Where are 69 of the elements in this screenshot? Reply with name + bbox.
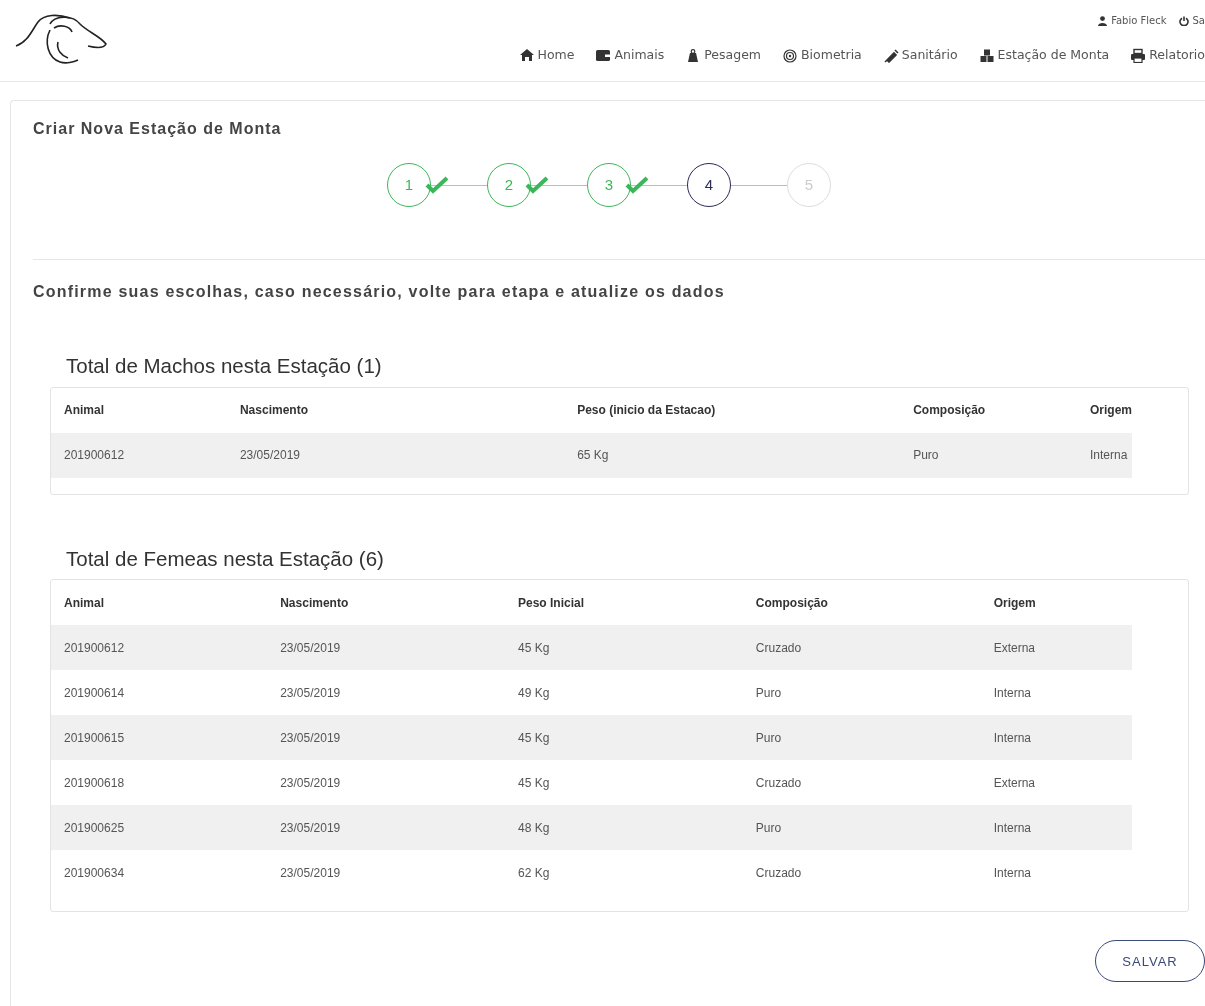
step-circle[interactable]: 4	[687, 163, 731, 208]
table-cell: 62 Kg	[505, 850, 743, 896]
table-cell: Puro	[900, 432, 1077, 478]
table-cell: 201900612	[51, 432, 227, 478]
table-cell: 201900615	[51, 715, 268, 761]
table-cell: 23/05/2019	[267, 805, 505, 851]
table-cell: 201900625	[51, 805, 268, 851]
nav-link[interactable]: Animais	[614, 46, 665, 65]
table-cell: 23/05/2019	[267, 760, 505, 806]
table-cell: 45 Kg	[505, 625, 743, 671]
nav-link[interactable]: Home	[537, 46, 575, 65]
table-cell: 201900634	[51, 850, 268, 896]
section-heading: Total de Machos nesta Estação (1)	[66, 354, 383, 379]
instruction-text: Confirme suas escolhas, caso necessário, volte para etapa e atualize os dados	[33, 282, 726, 303]
nav-link[interactable]: Sanitário	[901, 46, 958, 65]
column-header: Origem	[980, 580, 1132, 626]
table-cell: Interna	[1077, 432, 1132, 478]
user-name[interactable]: Fabio Fleck	[1111, 13, 1167, 28]
column-header: Origem	[1077, 387, 1132, 433]
column-header: Peso Inicial	[505, 580, 743, 626]
wallet-icon	[595, 47, 612, 63]
column-header: Composição	[900, 387, 1077, 433]
table-cell: 48 Kg	[505, 805, 743, 851]
table-cell: 65 Kg	[564, 432, 901, 478]
section-heading: Total de Femeas nesta Estação (6)	[66, 546, 385, 572]
table-cell: 23/05/2019	[267, 715, 505, 761]
column-header: Peso (inicio da Estacao)	[564, 387, 901, 433]
table-cell: Puro	[742, 670, 981, 716]
table-cell: Puro	[742, 805, 981, 851]
table-cell: 23/05/2019	[267, 625, 505, 671]
nav-link[interactable]: Pesagem	[704, 46, 762, 65]
table-cell: Puro	[742, 715, 981, 761]
column-header: Animal	[51, 580, 268, 626]
nav-link[interactable]: Relatorio	[1149, 46, 1205, 65]
user-icon	[1098, 15, 1108, 26]
table-cell: 45 Kg	[505, 760, 743, 806]
table-cell: Interna	[980, 670, 1132, 716]
check-icon	[625, 174, 649, 195]
save-button[interactable]: SALVAR	[1095, 940, 1205, 983]
table-cell: 23/05/2019	[267, 670, 505, 716]
table-cell: Cruzado	[742, 625, 981, 671]
column-header: Animal	[51, 387, 227, 433]
column-header: Composição	[742, 580, 981, 626]
table-cell: 201900614	[51, 670, 268, 716]
table-cell: Externa	[980, 625, 1132, 671]
power-icon	[1178, 15, 1189, 26]
check-icon	[425, 174, 449, 195]
page-title: Criar Nova Estação de Monta	[33, 119, 283, 139]
table-cell: Cruzado	[742, 760, 981, 806]
table-cell: 201900612	[51, 625, 268, 671]
table-cell: Interna	[980, 805, 1132, 851]
cubes-icon	[978, 47, 995, 63]
table-cell: Externa	[980, 760, 1132, 806]
logout-link[interactable]: Sa	[1192, 13, 1205, 28]
column-header: Nascimento	[267, 580, 505, 626]
column-header: Nascimento	[226, 387, 565, 433]
home-icon	[518, 47, 535, 63]
nav-link[interactable]: Estação de Monta	[997, 46, 1110, 65]
printer-icon	[1130, 47, 1147, 63]
nav-link[interactable]: Biometria	[801, 46, 862, 65]
table-cell: 201900618	[51, 760, 268, 806]
table-cell: 49 Kg	[505, 670, 743, 716]
table-cell: Interna	[980, 850, 1132, 896]
check-icon	[525, 174, 549, 195]
table-cell: 45 Kg	[505, 715, 743, 761]
table-cell: Cruzado	[742, 850, 981, 896]
table-cell: Interna	[980, 715, 1132, 761]
table-cell: 23/05/2019	[267, 850, 505, 896]
table-cell: 23/05/2019	[226, 432, 565, 478]
